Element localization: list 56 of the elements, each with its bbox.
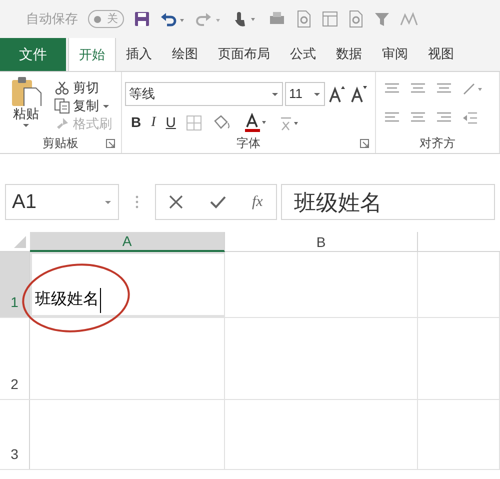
group-label: 字体 (236, 135, 260, 152)
preview-icon[interactable] (348, 10, 364, 28)
paste-button[interactable]: 粘贴 (6, 76, 46, 132)
row-header[interactable]: 3 (0, 400, 30, 469)
caret-icon (313, 90, 321, 98)
group-label: 对齐方 (420, 135, 456, 152)
row-header[interactable]: 1 (0, 252, 30, 317)
save-icon[interactable] (134, 11, 150, 27)
chart-icon[interactable] (400, 11, 418, 27)
ribbon-tab[interactable]: 绘图 (162, 38, 208, 71)
decrease-indent-icon[interactable] (462, 110, 478, 126)
layout-icon[interactable] (322, 10, 338, 28)
redo-icon[interactable] (196, 11, 222, 27)
ribbon-tab[interactable]: 插入 (116, 38, 162, 71)
font-name-field[interactable]: 等线 (125, 82, 283, 106)
undo-icon[interactable] (160, 11, 186, 27)
clipboard-icon (10, 76, 42, 106)
cancel-icon[interactable] (169, 195, 184, 209)
ribbon-tab[interactable]: 视图 (418, 38, 464, 71)
cell-text: 班级姓名 (35, 288, 101, 313)
name-box[interactable]: A1 (5, 184, 119, 220)
caret-icon (22, 121, 30, 129)
underline-button[interactable]: U (166, 112, 176, 133)
caret-icon (104, 198, 112, 206)
bold-button[interactable]: B (131, 112, 142, 133)
ribbon-tab[interactable]: 开始 (68, 38, 116, 71)
dialog-launcher-icon[interactable] (106, 139, 115, 148)
clipboard-button[interactable]: 剪切 (54, 79, 112, 96)
column-header[interactable]: A (30, 232, 225, 252)
column-header[interactable]: B (225, 232, 418, 252)
group-label: 剪贴板 (42, 135, 78, 152)
font-size-field[interactable]: 11 (285, 82, 325, 106)
grow-font-icon[interactable] (327, 84, 347, 104)
ribbon-tab[interactable]: 页面布局 (208, 38, 280, 71)
font-color-icon[interactable] (244, 112, 268, 132)
dialog-launcher-icon[interactable] (360, 139, 369, 148)
ribbon-tab[interactable]: 公式 (280, 38, 326, 71)
shrink-font-icon[interactable] (349, 84, 369, 104)
formula-field[interactable]: 班级姓名 (281, 184, 495, 220)
borders-icon[interactable] (186, 114, 202, 130)
insert-function-button[interactable]: fx (252, 190, 263, 214)
scissors-icon (54, 80, 70, 96)
autosave-label: 自动保存 (26, 10, 78, 28)
table-cell[interactable]: 班级姓名 (30, 252, 225, 317)
row-header[interactable]: 2 (0, 318, 30, 399)
clipboard-button[interactable]: 复制 (54, 97, 112, 114)
file-tab[interactable]: 文件 (0, 38, 66, 71)
caret-icon (271, 90, 279, 98)
filter-icon[interactable] (374, 11, 390, 27)
italic-button[interactable]: I (151, 112, 156, 133)
ribbon-tab[interactable]: 数据 (326, 38, 372, 71)
ribbon-tab[interactable]: 审阅 (372, 38, 418, 71)
preview-icon[interactable] (296, 10, 312, 28)
drag-handle-icon[interactable] (135, 195, 139, 209)
enter-icon[interactable] (210, 195, 226, 209)
copy-icon (54, 98, 70, 114)
